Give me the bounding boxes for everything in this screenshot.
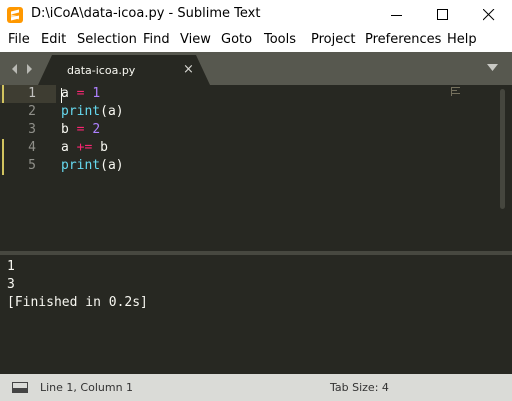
code-line: print(a) [61, 158, 124, 173]
menu-goto[interactable]: Goto [221, 32, 252, 47]
code-token: (a) [100, 104, 124, 119]
build-output-panel: 1 3 [Finished in 0.2s] [0, 255, 512, 374]
code-token: print [61, 104, 101, 119]
triangle-down-icon[interactable] [487, 64, 499, 72]
panel-toggle-icon[interactable] [12, 382, 28, 393]
minimap-viewport-icon[interactable] [451, 87, 461, 97]
line-number-gutter: 1 2 3 4 5 [0, 85, 50, 251]
cursor-position: Line 1, Column 1 [40, 381, 134, 394]
output-line: 1 [7, 259, 15, 274]
line-number: 3 [28, 122, 36, 137]
menu-preferences[interactable]: Preferences [365, 32, 441, 47]
code-editor[interactable]: 1 2 3 4 5 a = 1 print(a) b = 2a += b print(… [0, 85, 512, 251]
menu-find[interactable]: Find [143, 32, 170, 47]
code-token: b [61, 122, 69, 137]
menu-help[interactable]: Help [447, 32, 477, 47]
menu-project[interactable]: Project [311, 32, 355, 47]
tab-size-indicator[interactable]: Tab Size: 4 [330, 381, 389, 394]
chevron-left-icon[interactable] [11, 64, 19, 74]
maximize-button[interactable] [420, 0, 466, 30]
close-window-button[interactable] [466, 0, 512, 30]
code-token: (a) [100, 158, 124, 173]
status-bar: Line 1, Column 1 Tab Size: 4 [0, 374, 512, 401]
tab-label: data-icoa.py [67, 64, 136, 77]
output-line: [Finished in 0.2s] [7, 295, 148, 310]
text-caret [61, 88, 62, 103]
code-token: += [76, 140, 93, 155]
code-line: b = 2 [61, 122, 100, 137]
menu-edit[interactable]: Edit [41, 32, 66, 47]
menu-tools[interactable]: Tools [264, 32, 296, 47]
code-line: print(a) [61, 104, 124, 119]
menu-bar: File Edit Selection Find View Goto Tools… [0, 30, 512, 52]
code-token: a [61, 86, 69, 101]
line-number: 5 [28, 158, 36, 173]
minimize-button[interactable] [374, 0, 420, 30]
sublime-text-icon [7, 7, 23, 23]
menu-view[interactable]: View [180, 32, 211, 47]
line-number: 4 [28, 140, 36, 155]
tab-strip: data-icoa.py × [0, 52, 512, 85]
window-title: D:\iCoA\data-icoa.py - Sublime Text [31, 6, 261, 21]
editor-scrollbar[interactable] [500, 89, 505, 209]
maximize-icon [437, 9, 448, 20]
code-token: print [61, 158, 101, 173]
menu-selection[interactable]: Selection [77, 32, 137, 47]
code-token: 2 [92, 122, 101, 137]
tab-close-icon[interactable]: × [183, 62, 194, 77]
menu-file[interactable]: File [8, 32, 30, 47]
code-token: a [61, 140, 69, 155]
close-icon [483, 9, 495, 21]
line-number: 2 [28, 104, 36, 119]
sublime-window: D:\iCoA\data-icoa.py - Sublime Text File… [0, 0, 512, 401]
minimize-icon [391, 15, 402, 16]
code-token: 1 [92, 86, 101, 101]
output-line: 3 [7, 277, 15, 292]
line-number: 1 [28, 86, 36, 101]
code-token: b [100, 140, 108, 155]
title-bar: D:\iCoA\data-icoa.py - Sublime Text [0, 0, 512, 30]
chevron-right-icon[interactable] [25, 64, 33, 74]
code-line: a = 1 [61, 86, 100, 101]
code-line: a += b [61, 140, 108, 155]
tab-data-icoa-py[interactable]: data-icoa.py × [38, 55, 210, 85]
